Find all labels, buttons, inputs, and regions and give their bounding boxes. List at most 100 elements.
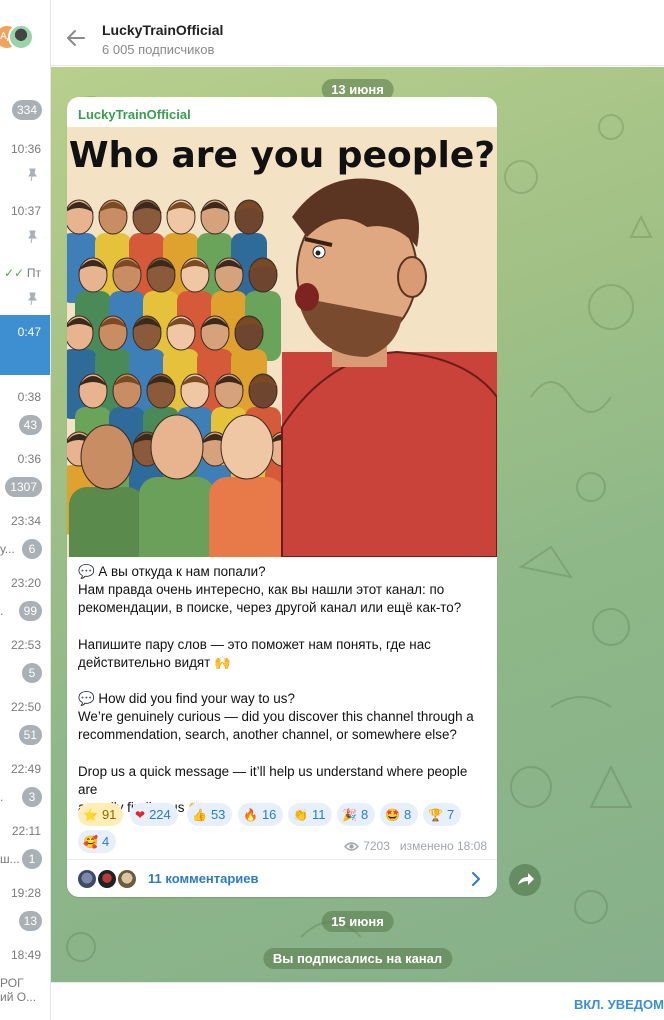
post-paragraph: 💬 А вы откуда к нам попали? Нам правда о… [78, 564, 462, 616]
heart-icon: ❤ [135, 808, 146, 822]
post-image[interactable]: Who are you people? [67, 127, 497, 557]
reaction-clap[interactable]: 👏 11 [288, 803, 333, 826]
channel-title[interactable]: LuckyTrainOfficial [102, 22, 223, 38]
list-item[interactable]: 22:11 1 ш... [0, 814, 50, 876]
chat-time: 0:47 [17, 325, 41, 339]
star-icon: ⭐ [83, 808, 98, 822]
date-separator: 15 июня [321, 911, 394, 932]
chat-area: 13 июня LuckyTrainOfficial Who are you p… [51, 67, 664, 982]
chat-time: 22:53 [10, 638, 41, 652]
list-item[interactable]: 0:38 43 [0, 380, 50, 442]
chat-time: 23:34 [10, 514, 41, 528]
double-check-icon: ✓✓ [4, 266, 25, 280]
chat-snippet: ш... [0, 852, 20, 866]
comments-count[interactable]: 11 комментариев [148, 871, 259, 886]
list-item[interactable]: 10:37 [0, 194, 50, 256]
reaction-star-struck[interactable]: 🤩 8 [380, 803, 419, 826]
pin-icon [28, 168, 37, 182]
post-paragraph: Напишите пару слов — это поможет нам пон… [78, 636, 431, 670]
crowd-illustration: Who are you people? [67, 127, 497, 557]
avatar [116, 868, 138, 890]
unread-badge: 1307 [5, 477, 42, 497]
list-item[interactable]: 23:34 6 у... [0, 504, 50, 566]
share-button[interactable] [509, 864, 541, 896]
share-arrow-icon [518, 873, 534, 885]
unread-badge: 6 [22, 539, 42, 559]
reaction-count: 8 [360, 807, 369, 822]
unread-badge: 334 [11, 100, 42, 120]
trophy-icon: 🏆 [428, 808, 443, 822]
star-struck-icon: 🤩 [385, 808, 400, 822]
reaction-count: 16 [261, 807, 277, 822]
post-paragraph: 💬 How did you find your way to us? We’re… [78, 691, 474, 743]
unread-badge: 13 [18, 911, 42, 931]
pin-icon [28, 230, 37, 244]
list-item[interactable]: 22:53 5 [0, 628, 50, 690]
unread-badge: 99 [18, 601, 42, 621]
clap-icon: 👏 [293, 808, 308, 822]
bottom-bar: ВКЛ. УВЕДОМ [51, 982, 664, 1020]
enable-notifications-button[interactable]: ВКЛ. УВЕДОМ [574, 997, 664, 1012]
list-item[interactable]: 0:36 1307 [0, 442, 50, 504]
chat-snippet: ий О... [0, 990, 37, 1004]
avatar [76, 868, 98, 890]
eye-icon [344, 842, 360, 851]
chat-time: 22:49 [10, 762, 41, 776]
chat-time: 10:36 [10, 142, 41, 156]
unread-badge: 5 [22, 663, 42, 683]
list-item[interactable]: ✓✓ Пт [0, 256, 50, 318]
fire-icon: 🔥 [243, 808, 258, 822]
folder-avatars[interactable]: АД [0, 24, 38, 52]
reaction-love[interactable]: 🥰 4 [78, 830, 117, 853]
chat-snippet: РОГ [0, 976, 24, 990]
reaction-party[interactable]: 🎉 8 [337, 803, 376, 826]
post-text: 💬 А вы откуда к нам попали? Нам правда о… [78, 563, 490, 817]
edited-time: изменено 18:08 [399, 839, 487, 853]
post-meta: 7203 изменено 18:08 [344, 839, 487, 853]
chat-time: 18:49 [10, 948, 41, 962]
reaction-count: 8 [403, 807, 412, 822]
reaction-thumbs-up[interactable]: 👍 53 [187, 803, 233, 826]
image-title: Who are you people? [69, 135, 495, 176]
reaction-star[interactable]: ⭐ 91 [78, 803, 124, 826]
chat-snippet: у... [0, 542, 15, 556]
chat-time: Пт [26, 266, 41, 280]
chat-time: 19:28 [10, 886, 41, 900]
comments-button[interactable]: 11 комментариев [67, 859, 497, 897]
chat-header[interactable]: LuckyTrainOfficial 6 005 подписчиков [51, 12, 664, 66]
unread-badge: 43 [18, 415, 42, 435]
reaction-count: 11 [311, 807, 326, 822]
list-item[interactable]: 22:49 3. [0, 752, 50, 814]
chat-time: 0:36 [17, 452, 41, 466]
unread-badge: 1 [22, 849, 42, 869]
list-item[interactable]: 22:50 51 [0, 690, 50, 752]
chevron-right-icon [472, 872, 480, 886]
view-count: 7203 [363, 839, 390, 853]
reaction-heart[interactable]: ❤ 224 [130, 803, 178, 826]
avatar [8, 24, 34, 50]
pin-icon [28, 292, 37, 306]
service-message: Вы подписались на канал [262, 948, 453, 969]
list-item[interactable]: 0:47 [0, 315, 50, 375]
avatar [96, 868, 118, 890]
chat-time: 0:38 [17, 390, 41, 404]
list-item[interactable]: 10:36 [0, 132, 50, 194]
reaction-trophy[interactable]: 🏆 7 [423, 803, 462, 826]
reaction-count: 91 [101, 807, 117, 822]
list-item[interactable]: ий О... [0, 990, 50, 1020]
chat-snippet: . [0, 790, 4, 804]
back-arrow-icon[interactable] [65, 27, 87, 49]
smiling-hearts-icon: 🥰 [83, 835, 98, 849]
list-item[interactable]: 23:20 99. [0, 566, 50, 628]
thumbs-up-icon: 👍 [192, 808, 207, 822]
unread-badge: 51 [18, 725, 42, 745]
chat-time: 22:11 [11, 824, 41, 838]
post-channel-name[interactable]: LuckyTrainOfficial [78, 107, 191, 122]
list-item[interactable]: 19:28 13 [0, 876, 50, 938]
reaction-count: 53 [210, 807, 226, 822]
chat-snippet: . [0, 604, 4, 618]
party-popper-icon: 🎉 [342, 808, 357, 822]
channel-post[interactable]: LuckyTrainOfficial Who are you people? 💬… [67, 97, 497, 897]
reaction-fire[interactable]: 🔥 16 [238, 803, 284, 826]
reaction-count: 4 [101, 834, 110, 849]
